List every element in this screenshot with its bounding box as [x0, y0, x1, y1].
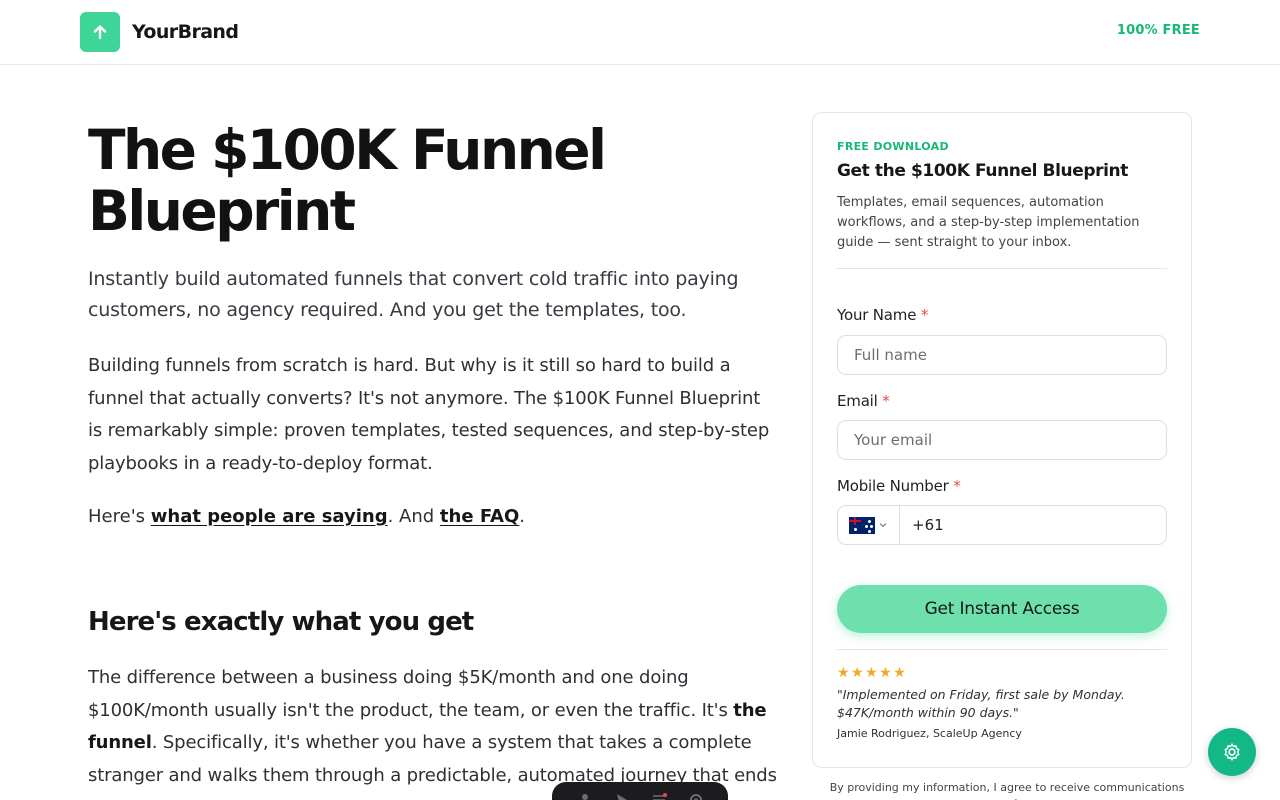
- links-middle: . And: [387, 506, 440, 527]
- section-heading: Here's exactly what you get: [88, 607, 474, 637]
- card-divider-top: [837, 268, 1167, 269]
- settings-icon[interactable]: [688, 792, 704, 800]
- free-tag: 100% FREE: [1116, 23, 1200, 38]
- floating-toolbar: [552, 782, 728, 800]
- arrow-up-icon: [80, 12, 120, 52]
- testimonials-link[interactable]: what people are saying: [151, 506, 388, 527]
- mobile-label-text: Mobile Number: [837, 477, 949, 495]
- country-select[interactable]: [838, 506, 900, 544]
- consent-text: By providing my information, I agree to …: [829, 781, 1185, 800]
- section-paragraph: The difference between a business doing …: [88, 662, 778, 792]
- card-eyebrow: FREE DOWNLOAD: [837, 140, 949, 153]
- email-required-mark: *: [882, 392, 890, 410]
- name-input[interactable]: [837, 335, 1167, 375]
- mobile-required-mark: *: [953, 477, 961, 495]
- top-navbar: YourBrand 100% FREE: [0, 0, 1280, 65]
- testimonial-quote: "Implemented on Friday, first sale by Mo…: [837, 687, 1125, 720]
- links-prefix: Here's: [88, 506, 151, 527]
- brand-name: YourBrand: [132, 21, 239, 43]
- australia-flag-icon: [849, 516, 875, 534]
- card-description: Templates, email sequences, automation w…: [837, 195, 1140, 250]
- page-title: The $100K Funnel Blueprint: [88, 118, 607, 243]
- section-text-1: The difference between a business doing …: [88, 667, 734, 721]
- phone-input[interactable]: [900, 506, 1166, 544]
- card-title: Get the $100K Funnel Blueprint: [837, 161, 1128, 181]
- email-label: Email *: [837, 392, 890, 410]
- hero-links: Here's what people are saying. And the F…: [88, 502, 778, 532]
- testimonial-author: Jamie Rodriguez, ScaleUp Agency: [837, 727, 1022, 740]
- name-required-mark: *: [920, 306, 929, 324]
- name-label: Your Name *: [837, 306, 928, 324]
- cursor-icon[interactable]: [614, 792, 630, 800]
- settings-fab[interactable]: [1208, 728, 1256, 776]
- rating-stars-icon: ★★★★★: [837, 665, 908, 681]
- hero-body: Building funnels from scratch is hard. B…: [88, 355, 770, 474]
- card-divider-bottom: [837, 649, 1167, 650]
- email-input[interactable]: [837, 420, 1167, 460]
- signup-card: FREE DOWNLOAD Get the $100K Funnel Bluep…: [812, 112, 1192, 768]
- email-label-text: Email: [837, 392, 878, 410]
- person-icon[interactable]: [577, 792, 593, 800]
- main-content: The $100K Funnel Blueprint Instantly bui…: [88, 120, 778, 792]
- get-access-button[interactable]: Get Instant Access: [837, 585, 1167, 633]
- mobile-label: Mobile Number *: [837, 477, 961, 495]
- faq-link[interactable]: the FAQ: [440, 506, 519, 527]
- gear-icon: [1224, 743, 1240, 761]
- chevron-down-icon: [879, 523, 887, 528]
- hero-subtitle: Instantly build automated funnels that c…: [88, 268, 739, 321]
- brand-logo[interactable]: YourBrand: [80, 12, 239, 52]
- phone-field: [837, 505, 1167, 545]
- name-label-text: Your Name: [837, 306, 917, 324]
- list-icon[interactable]: [651, 792, 667, 800]
- section-text-2: . Specifically, it's whether you have a …: [88, 732, 777, 786]
- links-suffix: .: [519, 506, 526, 527]
